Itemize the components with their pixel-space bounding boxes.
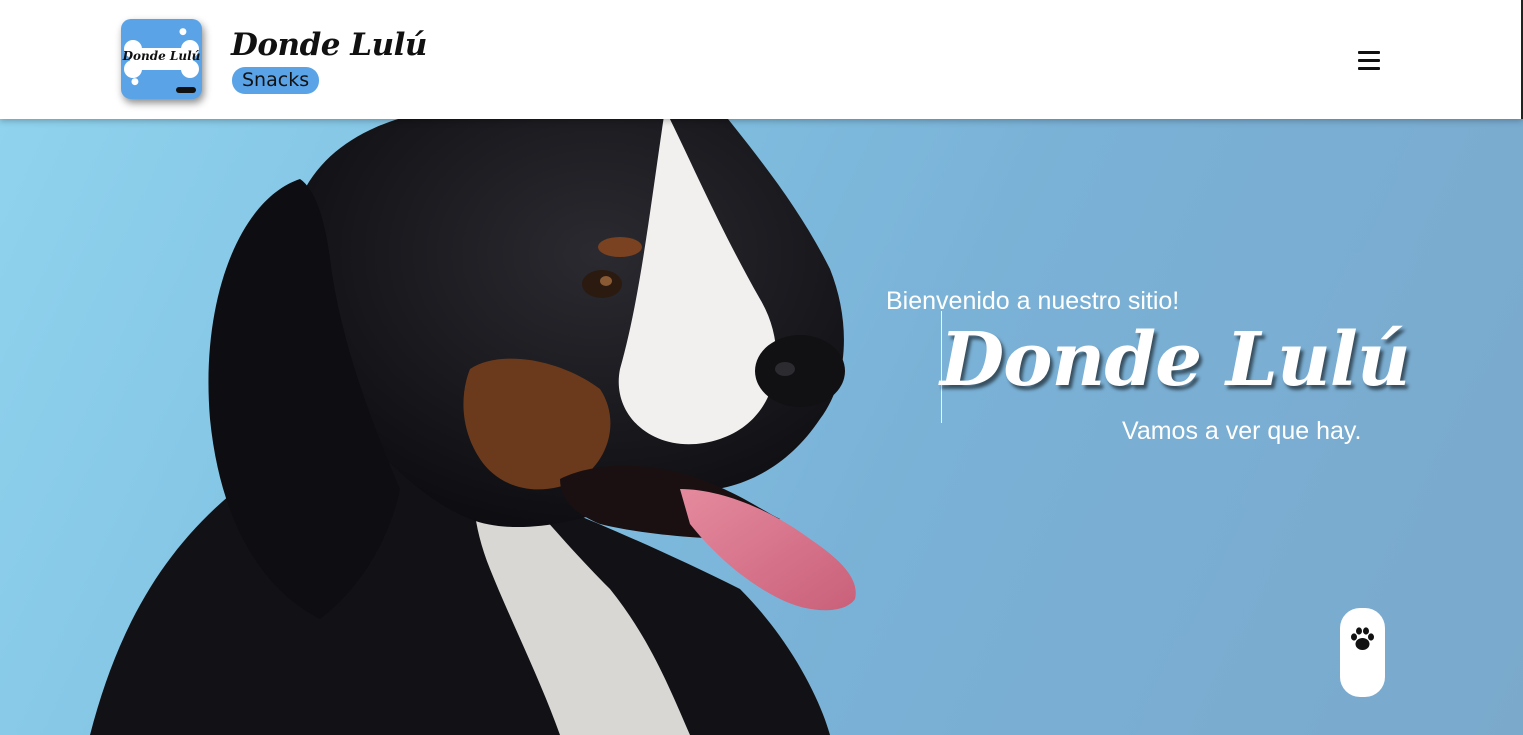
paw-icon: ● xyxy=(131,77,139,87)
hamburger-menu-icon[interactable] xyxy=(1355,46,1383,74)
logo-text: Donde Lulú xyxy=(122,49,201,63)
brand-title[interactable]: Donde Lulú xyxy=(231,25,427,65)
hero-title: Donde Lulú xyxy=(940,317,1411,403)
paw-icon xyxy=(1351,627,1374,650)
logo[interactable]: Donde Lulú ● ● xyxy=(121,19,202,99)
dog-photo xyxy=(90,119,856,735)
paw-floating-button[interactable] xyxy=(1340,608,1385,697)
logo-tag xyxy=(176,87,196,93)
hero-welcome: Bienvenido a nuestro sitio! xyxy=(886,287,1180,315)
hero-section: Bienvenido a nuestro sitio! Donde Lulú V… xyxy=(0,119,1523,735)
paw-icon: ● xyxy=(179,27,187,37)
hero-tagline: Vamos a ver que hay. xyxy=(1122,417,1362,445)
site-header: Donde Lulú ● ● Donde Lulú Snacks xyxy=(0,0,1523,119)
brand-subtitle-badge: Snacks xyxy=(232,67,320,94)
